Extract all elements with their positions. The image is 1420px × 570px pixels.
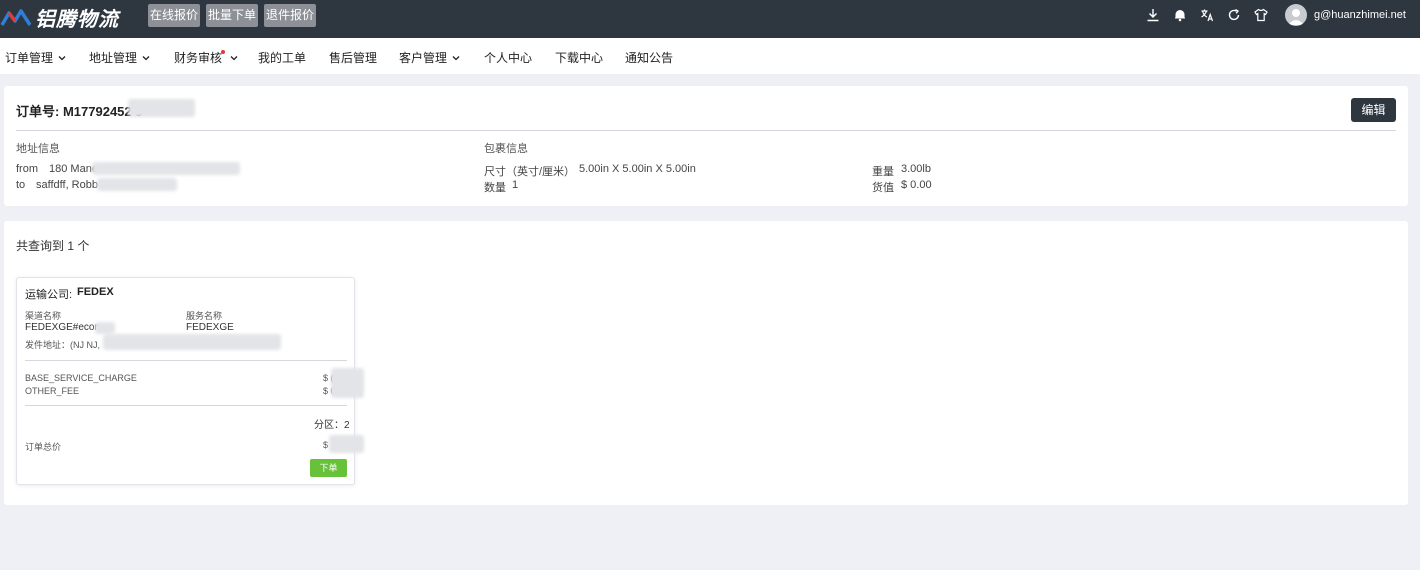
nav-label: 财务审核 xyxy=(174,51,223,65)
nav-label: 地址管理 xyxy=(89,51,138,65)
carrier-label: 运输公司: xyxy=(25,289,73,301)
nav-order-management[interactable]: 订单管理 xyxy=(5,49,66,66)
order-title: 订单号: M17792452 5 xyxy=(16,101,142,120)
service-value: FEDEXGE xyxy=(186,322,234,333)
total-price-value: $ xyxy=(323,440,329,450)
order-info-panel xyxy=(4,86,1408,206)
address-section-title: 地址信息 xyxy=(16,143,60,155)
channel-value: FEDEXGE#econ xyxy=(25,322,101,333)
from-address: 180 Mane xyxy=(49,163,98,175)
ship-from-address: 发件地址：(NJ NJ, xyxy=(25,340,100,350)
nav-my-tickets[interactable]: 我的工单 xyxy=(258,49,306,66)
redacted-block xyxy=(331,368,364,398)
redacted-block xyxy=(128,99,195,117)
quantity-label: 数量 xyxy=(484,182,506,194)
declared-value-label: 货值 xyxy=(872,182,894,194)
fee-base-service-label: BASE_SERVICE_CHARGE xyxy=(25,373,137,383)
size-value: 5.00in X 5.00in X 5.00in xyxy=(579,163,696,175)
user-email[interactable]: g@huanzhimei.net xyxy=(1314,9,1406,21)
fee-other-label: OTHER_FEE xyxy=(25,386,80,396)
logo[interactable]: 铝腾物流 xyxy=(0,3,119,31)
zone-info: 分区：2 xyxy=(314,420,350,431)
bell-icon[interactable] xyxy=(1173,8,1189,24)
weight-value: 3.00lb xyxy=(901,163,931,175)
edit-button[interactable]: 编辑 xyxy=(1351,98,1396,122)
nav-label: 客户管理 xyxy=(399,51,448,65)
divider xyxy=(25,405,347,406)
to-address: saffdff, Robb xyxy=(36,179,98,191)
from-label: from xyxy=(16,163,38,175)
declared-value: $ 0.00 xyxy=(901,179,932,191)
results-summary: 共查询到 1 个 xyxy=(16,239,90,253)
quantity-value: 1 xyxy=(512,179,519,191)
redacted-block xyxy=(329,435,364,453)
chevron-down-icon xyxy=(230,55,238,60)
online-quote-button[interactable]: 在线报价 xyxy=(148,4,200,27)
logo-text: 铝腾物流 xyxy=(35,6,119,31)
divider xyxy=(16,130,1396,131)
redacted-block xyxy=(103,334,281,350)
to-label: to xyxy=(16,179,26,191)
chevron-down-icon xyxy=(452,55,460,60)
top-bar: 铝腾物流 在线报价 批量下单 退件报价 g@huanzhimei.net xyxy=(0,0,1420,38)
divider xyxy=(25,360,347,361)
main-nav: 订单管理 地址管理 财务审核 我的工单 售后管理 客户管理 个人中心 下载中心 … xyxy=(0,38,1420,74)
chevron-down-icon xyxy=(142,55,150,60)
carrier-name: FEDEX xyxy=(77,286,114,298)
nav-download-center[interactable]: 下载中心 xyxy=(555,49,603,66)
notification-dot xyxy=(221,49,226,54)
size-label: 尺寸（英寸/厘米） xyxy=(484,166,576,178)
download-icon[interactable] xyxy=(1146,8,1162,24)
nav-after-sales[interactable]: 售后管理 xyxy=(329,49,377,66)
chevron-down-icon xyxy=(58,55,66,60)
nav-customer-management[interactable]: 客户管理 xyxy=(399,49,460,66)
total-price-label: 订单总价 xyxy=(25,442,62,452)
nav-address-management[interactable]: 地址管理 xyxy=(89,49,150,66)
nav-finance-review[interactable]: 财务审核 xyxy=(174,49,238,66)
batch-order-button[interactable]: 批量下单 xyxy=(206,4,258,27)
refresh-icon[interactable] xyxy=(1227,8,1243,24)
redacted-block xyxy=(97,178,177,191)
translate-icon[interactable] xyxy=(1200,8,1216,24)
service-label: 服务名称 xyxy=(186,311,223,321)
avatar[interactable] xyxy=(1285,4,1307,26)
redacted-block xyxy=(92,162,240,175)
channel-label: 渠道名称 xyxy=(25,311,62,321)
weight-label: 重量 xyxy=(872,166,894,178)
logo-mark-icon xyxy=(0,9,32,26)
place-order-button[interactable]: 下单 xyxy=(310,459,347,477)
shirt-icon[interactable] xyxy=(1254,8,1270,24)
order-title-prefix: 订单号: xyxy=(16,104,60,119)
redacted-block xyxy=(95,322,115,334)
return-quote-button[interactable]: 退件报价 xyxy=(264,4,316,27)
package-section-title: 包裹信息 xyxy=(484,143,528,155)
nav-announcements[interactable]: 通知公告 xyxy=(625,49,673,66)
nav-personal-center[interactable]: 个人中心 xyxy=(484,49,532,66)
nav-label: 订单管理 xyxy=(5,51,54,65)
